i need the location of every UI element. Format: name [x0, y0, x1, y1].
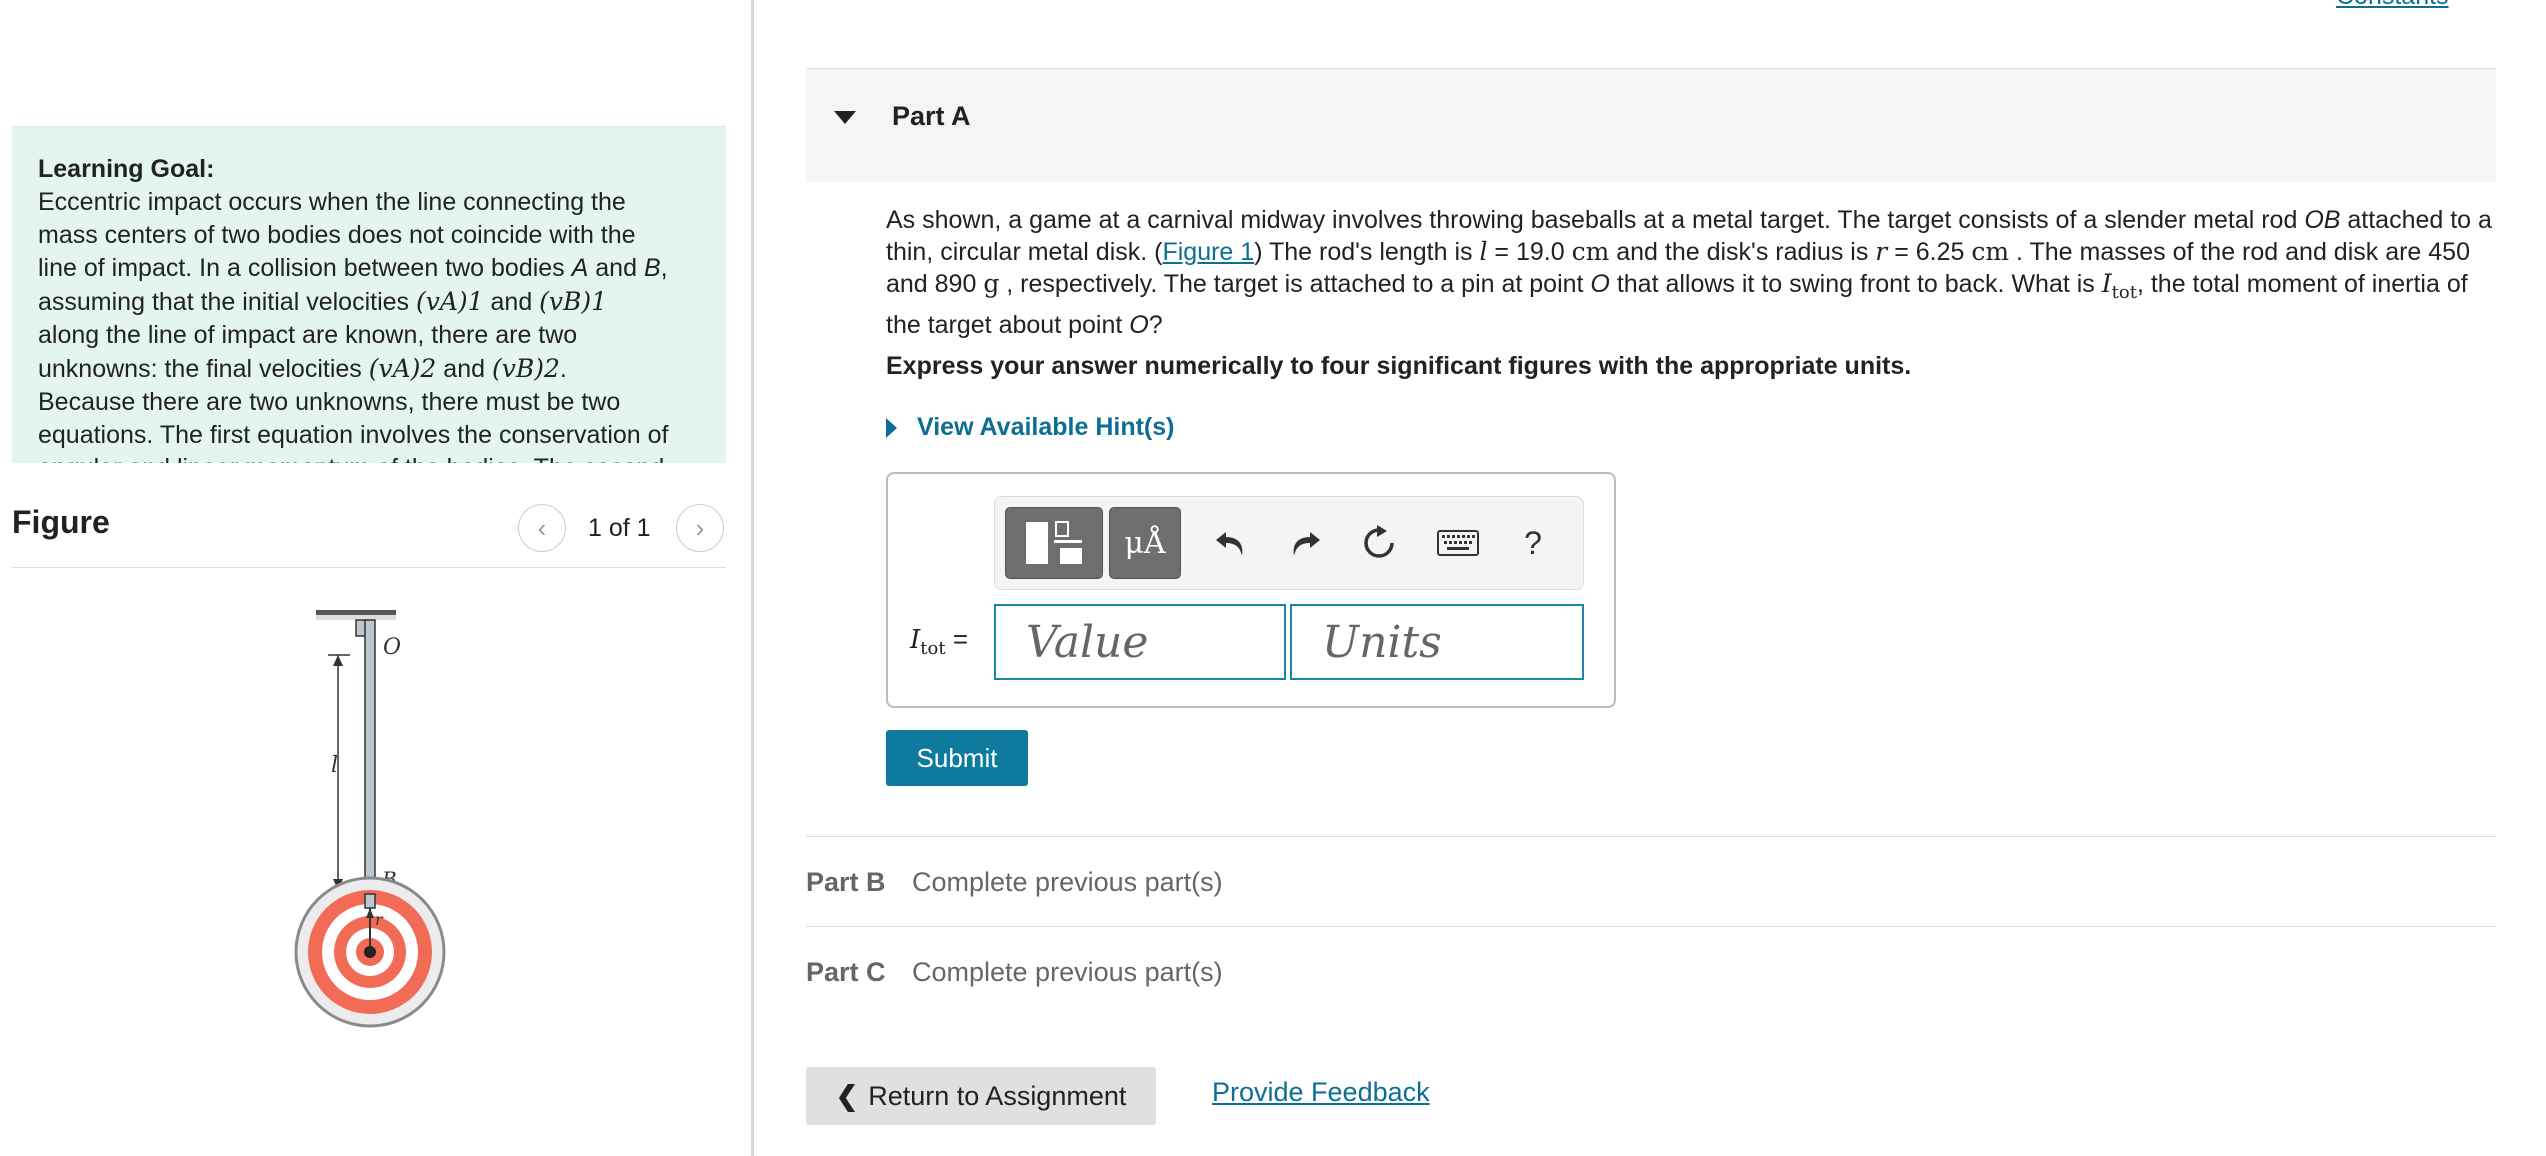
help-button[interactable]: ? — [1503, 507, 1563, 579]
submit-button[interactable]: Submit — [886, 730, 1028, 786]
figure-title: Figure — [12, 504, 110, 540]
ceiling-mount — [316, 610, 396, 615]
rod — [364, 619, 376, 899]
units-symbol: μÅ — [1124, 525, 1166, 561]
length-label: l — [331, 753, 338, 778]
figure-header: Figure ‹ 1 of 1 › — [12, 496, 726, 568]
view-hints-toggle[interactable]: View Available Hint(s) — [886, 413, 1174, 442]
value-input[interactable] — [994, 604, 1286, 680]
figure-1-link[interactable]: Figure 1 — [1162, 238, 1254, 266]
templates-icon — [1026, 521, 1082, 564]
reset-button[interactable] — [1349, 507, 1409, 579]
learning-goal-line: angular and linear momentum of the bodie… — [38, 452, 700, 463]
radius-label: r — [375, 910, 384, 929]
return-to-assignment-button[interactable]: ❮ Return to Assignment — [806, 1067, 1156, 1125]
previous-figure-button[interactable]: ‹ — [518, 504, 566, 552]
redo-icon — [1293, 532, 1320, 556]
figure-pager-label: 1 of 1 — [588, 514, 651, 542]
answer-instruction: Express your answer numerically to four … — [886, 352, 1912, 380]
part-b-row[interactable]: Part B Complete previous part(s) — [806, 836, 2496, 926]
answer-label: Itot = — [910, 624, 969, 660]
reset-icon — [1364, 525, 1394, 558]
learning-goal-line: line of impact. In a collision between t… — [38, 254, 668, 282]
chevron-left-icon: ❮ — [835, 1080, 859, 1111]
learning-goal-line: assuming that the initial velocities (vA… — [38, 287, 608, 316]
learning-goal-line: Because there are two unknowns, there mu… — [38, 388, 621, 416]
learning-goal-line: mass centers of two bodies does not coin… — [38, 221, 636, 249]
constants-link[interactable]: Constants — [2336, 0, 2449, 11]
center-dot — [364, 946, 376, 958]
part-b-status: Complete previous part(s) — [912, 867, 1223, 897]
part-a-title: Part A — [892, 101, 971, 131]
chevron-left-icon: ‹ — [537, 512, 547, 543]
undo-icon — [1216, 532, 1243, 556]
view-hints-label: View Available Hint(s) — [917, 413, 1175, 441]
answer-box: μÅ ? Itot = Value Units — [886, 472, 1616, 708]
figure-image: l O B r — [294, 610, 446, 1028]
rod-inside-disk — [364, 893, 376, 909]
learning-goal-title: Learning Goal: — [38, 155, 215, 183]
keyboard-icon — [1437, 530, 1479, 556]
right-pane: Constants Part A As shown, a game at a c… — [806, 0, 2496, 1156]
part-c-status: Complete previous part(s) — [912, 957, 1223, 987]
undo-button[interactable] — [1201, 507, 1261, 579]
redo-button[interactable] — [1275, 507, 1335, 579]
units-button[interactable]: μÅ — [1109, 507, 1181, 579]
part-a-header[interactable]: Part A — [806, 69, 2496, 182]
part-c-row[interactable]: Part C Complete previous part(s) — [806, 926, 2496, 1016]
part-b-title: Part B — [806, 867, 886, 897]
learning-goal-line: along the line of impact are known, ther… — [38, 321, 578, 349]
learning-goal-line: unknowns: the final velocities (vA)2 and… — [38, 354, 567, 383]
pivot-label: O — [383, 635, 401, 660]
caret-right-icon — [886, 417, 897, 438]
learning-goal-line: equations. The first equation involves t… — [38, 421, 669, 449]
math-toolbar: μÅ ? — [994, 496, 1584, 590]
return-label: Return to Assignment — [868, 1080, 1127, 1111]
dimension-arrow-up — [333, 655, 343, 666]
provide-feedback-link[interactable]: Provide Feedback — [1212, 1077, 1430, 1108]
next-figure-button[interactable]: › — [676, 504, 724, 552]
keyboard-button[interactable] — [1423, 507, 1493, 579]
caret-down-icon — [834, 111, 856, 124]
chevron-right-icon: › — [695, 512, 705, 543]
left-pane: Learning Goal: Eccentric impact occurs w… — [0, 0, 754, 1156]
units-input[interactable] — [1290, 604, 1584, 680]
question-text: As shown, a game at a carnival midway in… — [886, 206, 2492, 339]
part-c-title: Part C — [806, 957, 886, 987]
learning-goal-line: Eccentric impact occurs when the line co… — [38, 188, 626, 216]
help-symbol: ? — [1524, 524, 1542, 561]
learning-goal-box[interactable]: Learning Goal: Eccentric impact occurs w… — [12, 126, 726, 463]
pane-divider[interactable] — [751, 0, 754, 1156]
templates-button[interactable] — [1005, 507, 1103, 579]
